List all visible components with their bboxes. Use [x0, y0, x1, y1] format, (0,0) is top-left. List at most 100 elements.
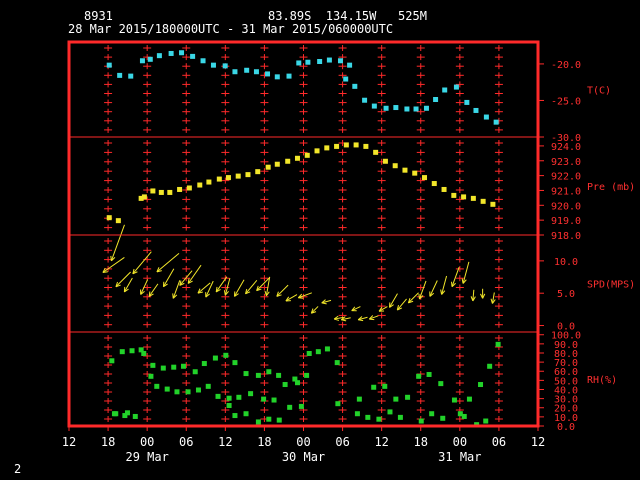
pressure-point [245, 172, 251, 178]
wind-arrow [276, 284, 289, 297]
temperature-point [337, 58, 343, 64]
wind-arrow [156, 252, 180, 273]
humidity-point [315, 349, 321, 355]
x-tick-label: 12 [374, 435, 388, 449]
y-tick-label: 922.0 [551, 172, 581, 183]
pressure-point [324, 145, 330, 151]
temperature-point [274, 74, 280, 80]
wind-arrow-head [418, 293, 420, 300]
humidity-point [201, 361, 207, 367]
wind-arrow-head [110, 255, 112, 261]
y-tick-label: 921.0 [551, 186, 581, 197]
temperature-point [156, 53, 162, 59]
temperature-point [265, 71, 271, 77]
temperature-point [343, 76, 349, 82]
temperature-point [464, 99, 470, 105]
humidity-point [113, 411, 119, 417]
humidity-point [255, 372, 261, 378]
wind-arrow-head [172, 293, 174, 299]
humidity-point [438, 381, 444, 387]
humidity-point [393, 396, 399, 402]
pressure-point [235, 173, 241, 179]
humidity-point [223, 352, 229, 358]
pressure-point [167, 189, 173, 195]
wind-arrow [163, 268, 175, 287]
temperature-point [362, 97, 368, 103]
wind-arrow [187, 264, 202, 284]
x-tick-label: 00 [140, 435, 154, 449]
humidity-point [298, 403, 304, 409]
temperature-point [383, 105, 389, 111]
wind-arrow-head [461, 278, 464, 284]
humidity-point [335, 401, 341, 407]
pressure-point [186, 185, 192, 191]
temperature-point [296, 60, 302, 66]
y-tick-label: 5.0 [557, 289, 575, 300]
wind-arrow-head [264, 290, 267, 296]
humidity-point [418, 418, 424, 424]
pressure-point [294, 155, 300, 161]
pressure-point [225, 175, 231, 181]
pressure-point [382, 158, 388, 164]
temperature-point [433, 97, 439, 102]
pressure-point [343, 142, 349, 148]
x-tick-label: 12 [218, 435, 232, 449]
y-tick-label: 0.0 [557, 422, 575, 433]
humidity-point [164, 386, 170, 392]
x-tick-label: 18 [101, 435, 115, 449]
humidity-point [243, 411, 249, 417]
humidity-point [236, 394, 242, 400]
pressure-point [470, 195, 476, 201]
temperature-point [147, 56, 153, 62]
wind-arrow-head [369, 318, 375, 321]
humidity-point [255, 419, 261, 425]
pressure-point [334, 143, 340, 149]
humidity-point [232, 360, 238, 366]
humidity-point [226, 395, 232, 401]
date-label: 30 Mar [282, 450, 325, 464]
pressure-point [422, 175, 428, 181]
humidity-point [185, 389, 191, 395]
x-tick-label: 06 [335, 435, 349, 449]
humidity-point [154, 383, 160, 389]
humidity-point [261, 396, 267, 402]
humidity-point [276, 417, 282, 423]
temperature-point [200, 58, 206, 64]
temperature-point [106, 62, 112, 68]
humidity-point [119, 349, 125, 355]
humidity-point [426, 371, 432, 377]
humidity-point [232, 413, 238, 419]
wind-arrow-head [490, 298, 493, 304]
y-tick-label: -20.0 [551, 60, 581, 71]
temperature-point [253, 69, 259, 75]
pressure-point [304, 152, 310, 158]
humidity-point [124, 410, 130, 416]
humidity-point [160, 365, 166, 371]
humidity-point [109, 358, 115, 364]
temperature-point [371, 103, 377, 109]
humidity-label: RH(%) [587, 375, 617, 386]
temperature-point [210, 62, 216, 68]
temperature-point [117, 72, 123, 78]
pressure-point [461, 194, 467, 200]
temperature-point [483, 114, 489, 120]
humidity-point [304, 372, 310, 378]
temperature-point [493, 119, 499, 125]
wind-arrow-head [358, 319, 364, 322]
temperature-point [244, 67, 250, 73]
humidity-point [212, 355, 218, 361]
x-tick-label: 00 [453, 435, 467, 449]
humidity-point [148, 373, 154, 379]
pressure-point [412, 170, 418, 176]
y-tick-label: 919.0 [551, 216, 581, 227]
temperature-point [168, 50, 174, 56]
temperature-point [222, 63, 228, 69]
humidity-point [478, 382, 484, 388]
y-tick-label: 918.0 [551, 231, 581, 242]
temperature-point [317, 59, 323, 64]
pressure-point [106, 215, 112, 221]
humidity-point [287, 404, 293, 410]
pressure-point [363, 143, 369, 149]
humidity-point [466, 396, 472, 402]
wind-arrow-head [440, 289, 443, 295]
